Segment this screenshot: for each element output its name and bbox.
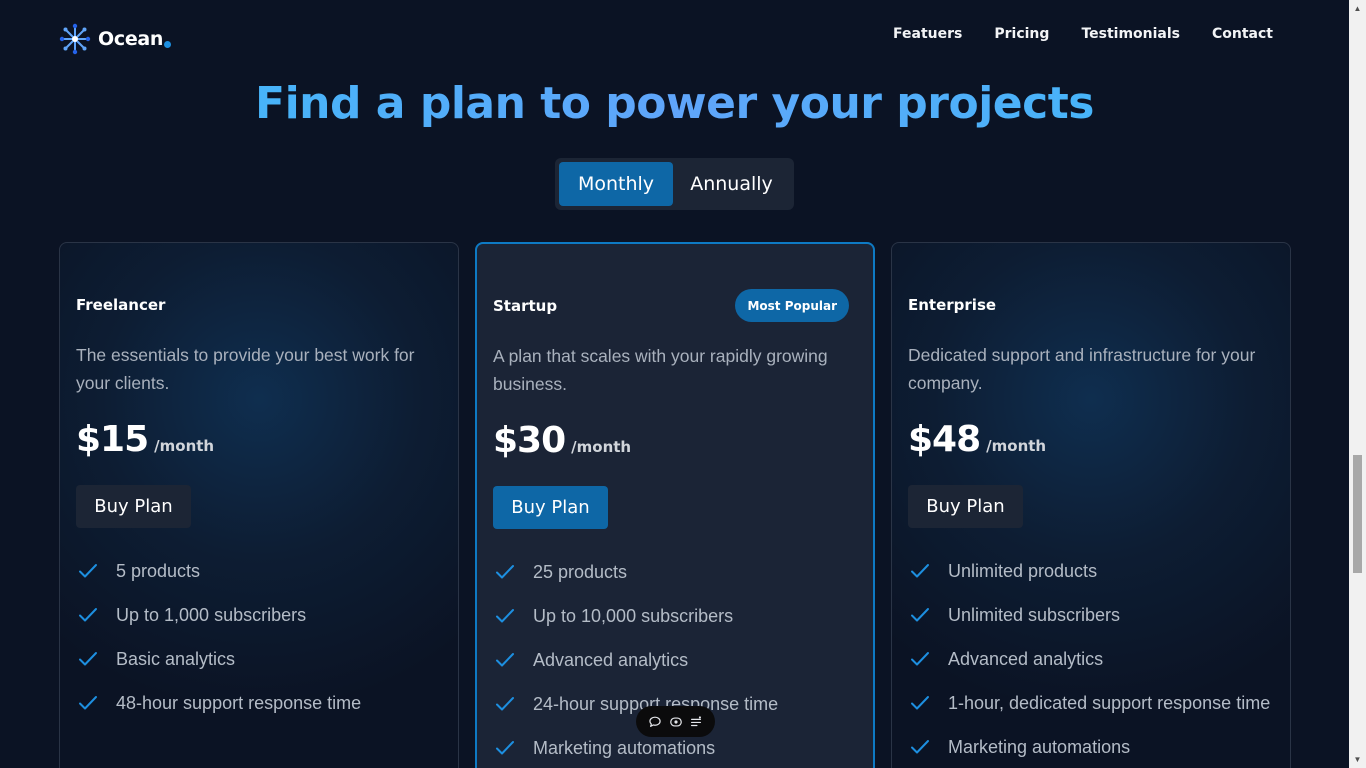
feature-item: Basic analytics [76, 637, 361, 681]
toggle-annually[interactable]: Annually [673, 162, 790, 206]
check-icon [911, 564, 929, 578]
logo-icon [59, 23, 91, 55]
price-amount: $15 [76, 419, 149, 460]
feature-text: 48-hour support response time [116, 692, 362, 713]
feature-item: Advanced analytics [493, 638, 778, 682]
buy-plan-button[interactable]: Buy Plan [493, 486, 608, 529]
brand-name: Ocean [98, 28, 164, 50]
feature-item: 48-hour support response time [76, 681, 361, 725]
check-icon [79, 652, 97, 666]
logo[interactable]: Ocean [59, 23, 172, 55]
check-icon [496, 609, 514, 623]
scroll-up-arrow-icon[interactable]: ▲ [1349, 0, 1366, 17]
feature-item: Unlimited products [908, 549, 1270, 593]
check-icon [911, 696, 929, 710]
feature-text: 1-hour, dedicated support response time [948, 692, 1271, 713]
feature-item: Marketing automations [908, 725, 1270, 768]
plan-card-startup: Startup Most Popular A plan that scales … [475, 242, 875, 768]
buy-plan-button[interactable]: Buy Plan [76, 485, 191, 528]
price-period: /month [571, 438, 632, 456]
feature-item: 5 products [76, 549, 361, 593]
feature-item: Advanced analytics [908, 637, 1270, 681]
check-icon [911, 608, 929, 622]
feature-text: Unlimited subscribers [948, 604, 1121, 625]
scrollbar-thumb[interactable] [1353, 455, 1362, 573]
toggle-monthly[interactable]: Monthly [559, 162, 673, 206]
feature-list: 25 products Up to 10,000 subscribers Adv… [493, 550, 778, 768]
feature-text: 25 products [533, 561, 628, 582]
plan-name: Enterprise [908, 296, 997, 314]
feature-text: 5 products [116, 560, 201, 581]
nav-link-features[interactable]: Featuers [893, 26, 962, 42]
check-icon [911, 740, 929, 754]
feature-text: Up to 1,000 subscribers [116, 604, 307, 625]
check-icon [496, 565, 514, 579]
feature-item: Unlimited subscribers [908, 593, 1270, 637]
nav-link-pricing[interactable]: Pricing [994, 26, 1049, 42]
feature-text: Up to 10,000 subscribers [533, 605, 734, 626]
plan-name: Freelancer [76, 296, 166, 314]
feature-list: 5 products Up to 1,000 subscribers Basic… [76, 549, 361, 725]
page-scrollbar[interactable]: ▲ ▼ [1349, 0, 1366, 768]
main-nav: Featuers Pricing Testimonials Contact [893, 26, 1273, 42]
feature-text: Unlimited products [948, 560, 1098, 581]
page-title: Find a plan to power your projects [0, 78, 1349, 129]
price-period: /month [986, 437, 1047, 455]
plan-price: $30 /month [493, 420, 631, 461]
check-icon [496, 741, 514, 755]
feature-text: Marketing automations [948, 736, 1131, 757]
scroll-down-arrow-icon[interactable]: ▼ [1349, 751, 1366, 768]
plan-name: Startup [493, 297, 558, 315]
list-icon[interactable] [689, 715, 703, 729]
feature-item: Up to 10,000 subscribers [493, 594, 778, 638]
most-popular-badge: Most Popular [735, 289, 849, 322]
floating-toolbar [636, 706, 715, 737]
plan-description: Dedicated support and infrastructure for… [908, 345, 1256, 393]
chat-icon[interactable] [648, 715, 662, 729]
nav-link-testimonials[interactable]: Testimonials [1081, 26, 1180, 42]
feature-text: Marketing automations [533, 737, 716, 758]
brand-dot [164, 40, 172, 48]
check-icon [79, 696, 97, 710]
eye-icon[interactable] [669, 715, 683, 729]
check-icon [79, 564, 97, 578]
feature-item: 1-hour, dedicated support response time [908, 681, 1270, 725]
plan-card-freelancer: Freelancer The essentials to provide you… [59, 242, 459, 768]
buy-plan-button[interactable]: Buy Plan [908, 485, 1023, 528]
nav-link-contact[interactable]: Contact [1212, 26, 1273, 42]
plan-description: A plan that scales with your rapidly gro… [493, 346, 828, 394]
feature-item: 25 products [493, 550, 778, 594]
feature-item: Marketing automations [493, 726, 778, 768]
feature-text: Advanced analytics [533, 649, 689, 670]
plan-card-enterprise: Enterprise Dedicated support and infrast… [891, 242, 1291, 768]
price-period: /month [154, 437, 215, 455]
price-amount: $30 [493, 420, 566, 461]
price-amount: $48 [908, 419, 981, 460]
site-header: Ocean Featuers Pricing Testimonials Cont… [0, 0, 1349, 78]
plan-price: $15 /month [76, 419, 214, 460]
plan-price: $48 /month [908, 419, 1046, 460]
plan-description: The essentials to provide your best work… [76, 345, 415, 393]
billing-toggle: Monthly Annually [555, 158, 794, 210]
feature-text: Basic analytics [116, 648, 236, 669]
check-icon [496, 697, 514, 711]
feature-list: Unlimited products Unlimited subscribers… [908, 549, 1270, 768]
feature-text: Advanced analytics [948, 648, 1104, 669]
check-icon [496, 653, 514, 667]
feature-item: Up to 1,000 subscribers [76, 593, 361, 637]
check-icon [911, 652, 929, 666]
check-icon [79, 608, 97, 622]
